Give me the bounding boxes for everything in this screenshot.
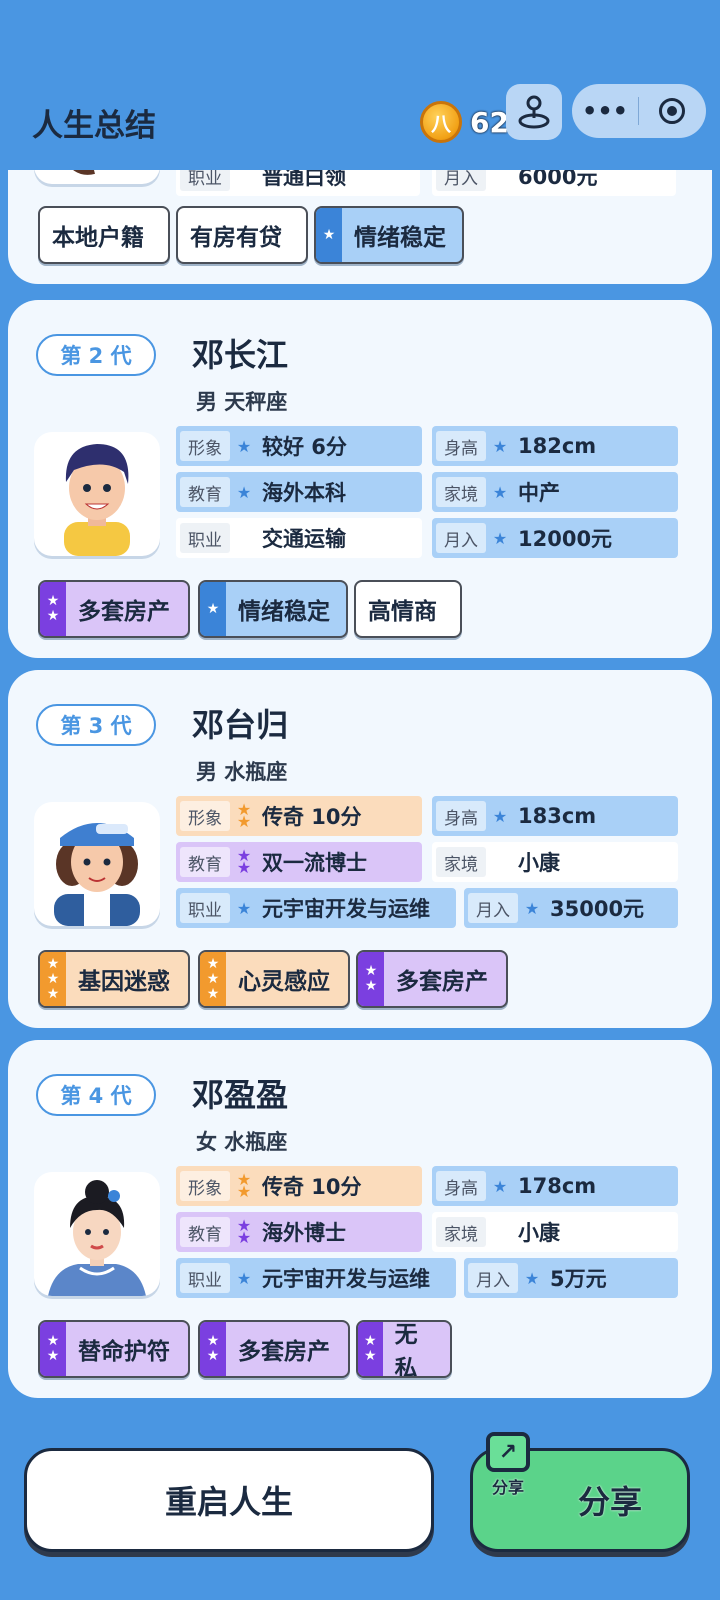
avatar	[34, 1172, 160, 1296]
stars-icon: ★ ★	[358, 952, 384, 1006]
attr-family: 家境 小康	[432, 1212, 678, 1252]
star-icon: ★	[200, 582, 226, 636]
gender-zodiac: 男 水瓶座	[196, 760, 288, 784]
tag: ★ 情绪稳定	[198, 580, 348, 638]
stars-icon: ★ ★	[358, 1322, 383, 1376]
generation-card-2: 第 2 代 邓长江 男 天秤座 形象 ★ 较好 6分 身高 ★ 182cm 教育 ★ 海外本…	[8, 300, 712, 658]
attr-income: 月入 ★ 5万元	[464, 1258, 678, 1298]
star-icon: ★	[236, 1268, 252, 1288]
miniprogram-capsule: •••	[572, 84, 706, 138]
tag: ★ ★ 多套房产	[356, 950, 508, 1008]
stars-icon: ★ ★	[236, 1216, 252, 1247]
stars-icon: ★ ★	[40, 1322, 66, 1376]
attr-height: 身高 ★ 178cm	[432, 1166, 678, 1206]
generation-badge: 第 2 代	[36, 334, 156, 376]
avatar	[34, 802, 160, 926]
generation-badge: 第 4 代	[36, 1074, 156, 1116]
person-name: 邓长江	[192, 336, 289, 374]
tag: 有房有贷	[176, 206, 308, 264]
generation-card-4: 第 4 代 邓盈盈 女 水瓶座 形象 ★ ★ 传奇 10分 身高 ★ 178cm 教育 ★ ★…	[8, 1040, 712, 1398]
stars-icon: ★ ★ ★	[200, 952, 226, 1006]
stars-icon: ★ ★	[40, 582, 66, 636]
attr-looks: 形象 ★ 较好 6分	[176, 426, 422, 466]
star-icon: ★	[492, 1176, 508, 1196]
close-target-icon[interactable]	[639, 84, 705, 138]
joystick-icon[interactable]	[506, 84, 562, 140]
star-icon: ★	[236, 436, 252, 456]
attr-family: 家境 ★ 中产	[432, 472, 678, 512]
stars-icon: ★ ★	[236, 1170, 252, 1201]
avatar	[34, 432, 160, 556]
attr-looks: 形象 ★ ★ 传奇 10分	[176, 1166, 422, 1206]
tag: ★ ★ 多套房产	[198, 1320, 350, 1378]
gender-zodiac: 女 水瓶座	[196, 1130, 288, 1154]
tag: ★ ★ 多套房产	[38, 580, 190, 638]
person-name: 邓台归	[192, 706, 289, 744]
stars-icon: ★ ★	[236, 846, 252, 877]
star-icon: ★	[492, 528, 508, 548]
stars-icon: ★ ★ ★	[40, 952, 66, 1006]
attr-family: 家境 小康	[432, 842, 678, 882]
tag: ★ 情绪稳定	[314, 206, 464, 264]
attr-income: 月入 ★ 35000元	[464, 888, 678, 928]
attr-job: 职业 ★ 元宇宙开发与运维	[176, 1258, 456, 1298]
more-icon[interactable]: •••	[572, 84, 638, 138]
star-icon: ★	[492, 482, 508, 502]
tag: 本地户籍	[38, 206, 170, 264]
tag: ★ ★ ★ 基因迷惑	[38, 950, 190, 1008]
attr-height: 身高 ★ 182cm	[432, 426, 678, 466]
stars-icon: ★ ★	[236, 800, 252, 831]
tag: ★ ★ 无私	[356, 1320, 452, 1378]
tag: 高情商	[354, 580, 462, 638]
tag: ★ ★ ★ 心灵感应	[198, 950, 350, 1008]
star-icon: ★	[236, 898, 252, 918]
star-icon: ★	[492, 806, 508, 826]
attr-education: 教育 ★ ★ 海外博士	[176, 1212, 422, 1252]
generation-badge: 第 3 代	[36, 704, 156, 746]
attr-education: 教育 ★ 海外本科	[176, 472, 422, 512]
attr-education: 教育 ★ ★ 双一流博士	[176, 842, 422, 882]
restart-life-button[interactable]: 重启人生	[24, 1448, 434, 1552]
star-icon: ★	[492, 436, 508, 456]
attr-job: 职业 ★ 元宇宙开发与运维	[176, 888, 456, 928]
star-icon: ★	[316, 208, 342, 262]
tag: ★ ★ 替命护符	[38, 1320, 190, 1378]
page-title: 人生总结	[32, 108, 156, 144]
generation-card-3: 第 3 代 邓台归 男 水瓶座 形象 ★ ★ 传奇 10分 身高 ★ 183cm 教育 ★ ★…	[8, 670, 712, 1028]
share-icon[interactable]: ↗ 分享	[480, 1432, 536, 1502]
attr-job: 职业 交通运输	[176, 518, 422, 558]
star-icon: ★	[236, 482, 252, 502]
attr-height: 身高 ★ 183cm	[432, 796, 678, 836]
star-icon: ★	[524, 1268, 540, 1288]
coin-icon: 八	[420, 101, 462, 143]
stars-icon: ★ ★	[200, 1322, 226, 1376]
gender-zodiac: 男 天秤座	[196, 390, 288, 414]
attr-income: 月入 ★ 12000元	[432, 518, 678, 558]
star-icon: ★	[524, 898, 540, 918]
top-bar: 人生总结 八 6275 •••	[0, 0, 720, 170]
attr-looks: 形象 ★ ★ 传奇 10分	[176, 796, 422, 836]
person-name: 邓盈盈	[192, 1076, 289, 1114]
